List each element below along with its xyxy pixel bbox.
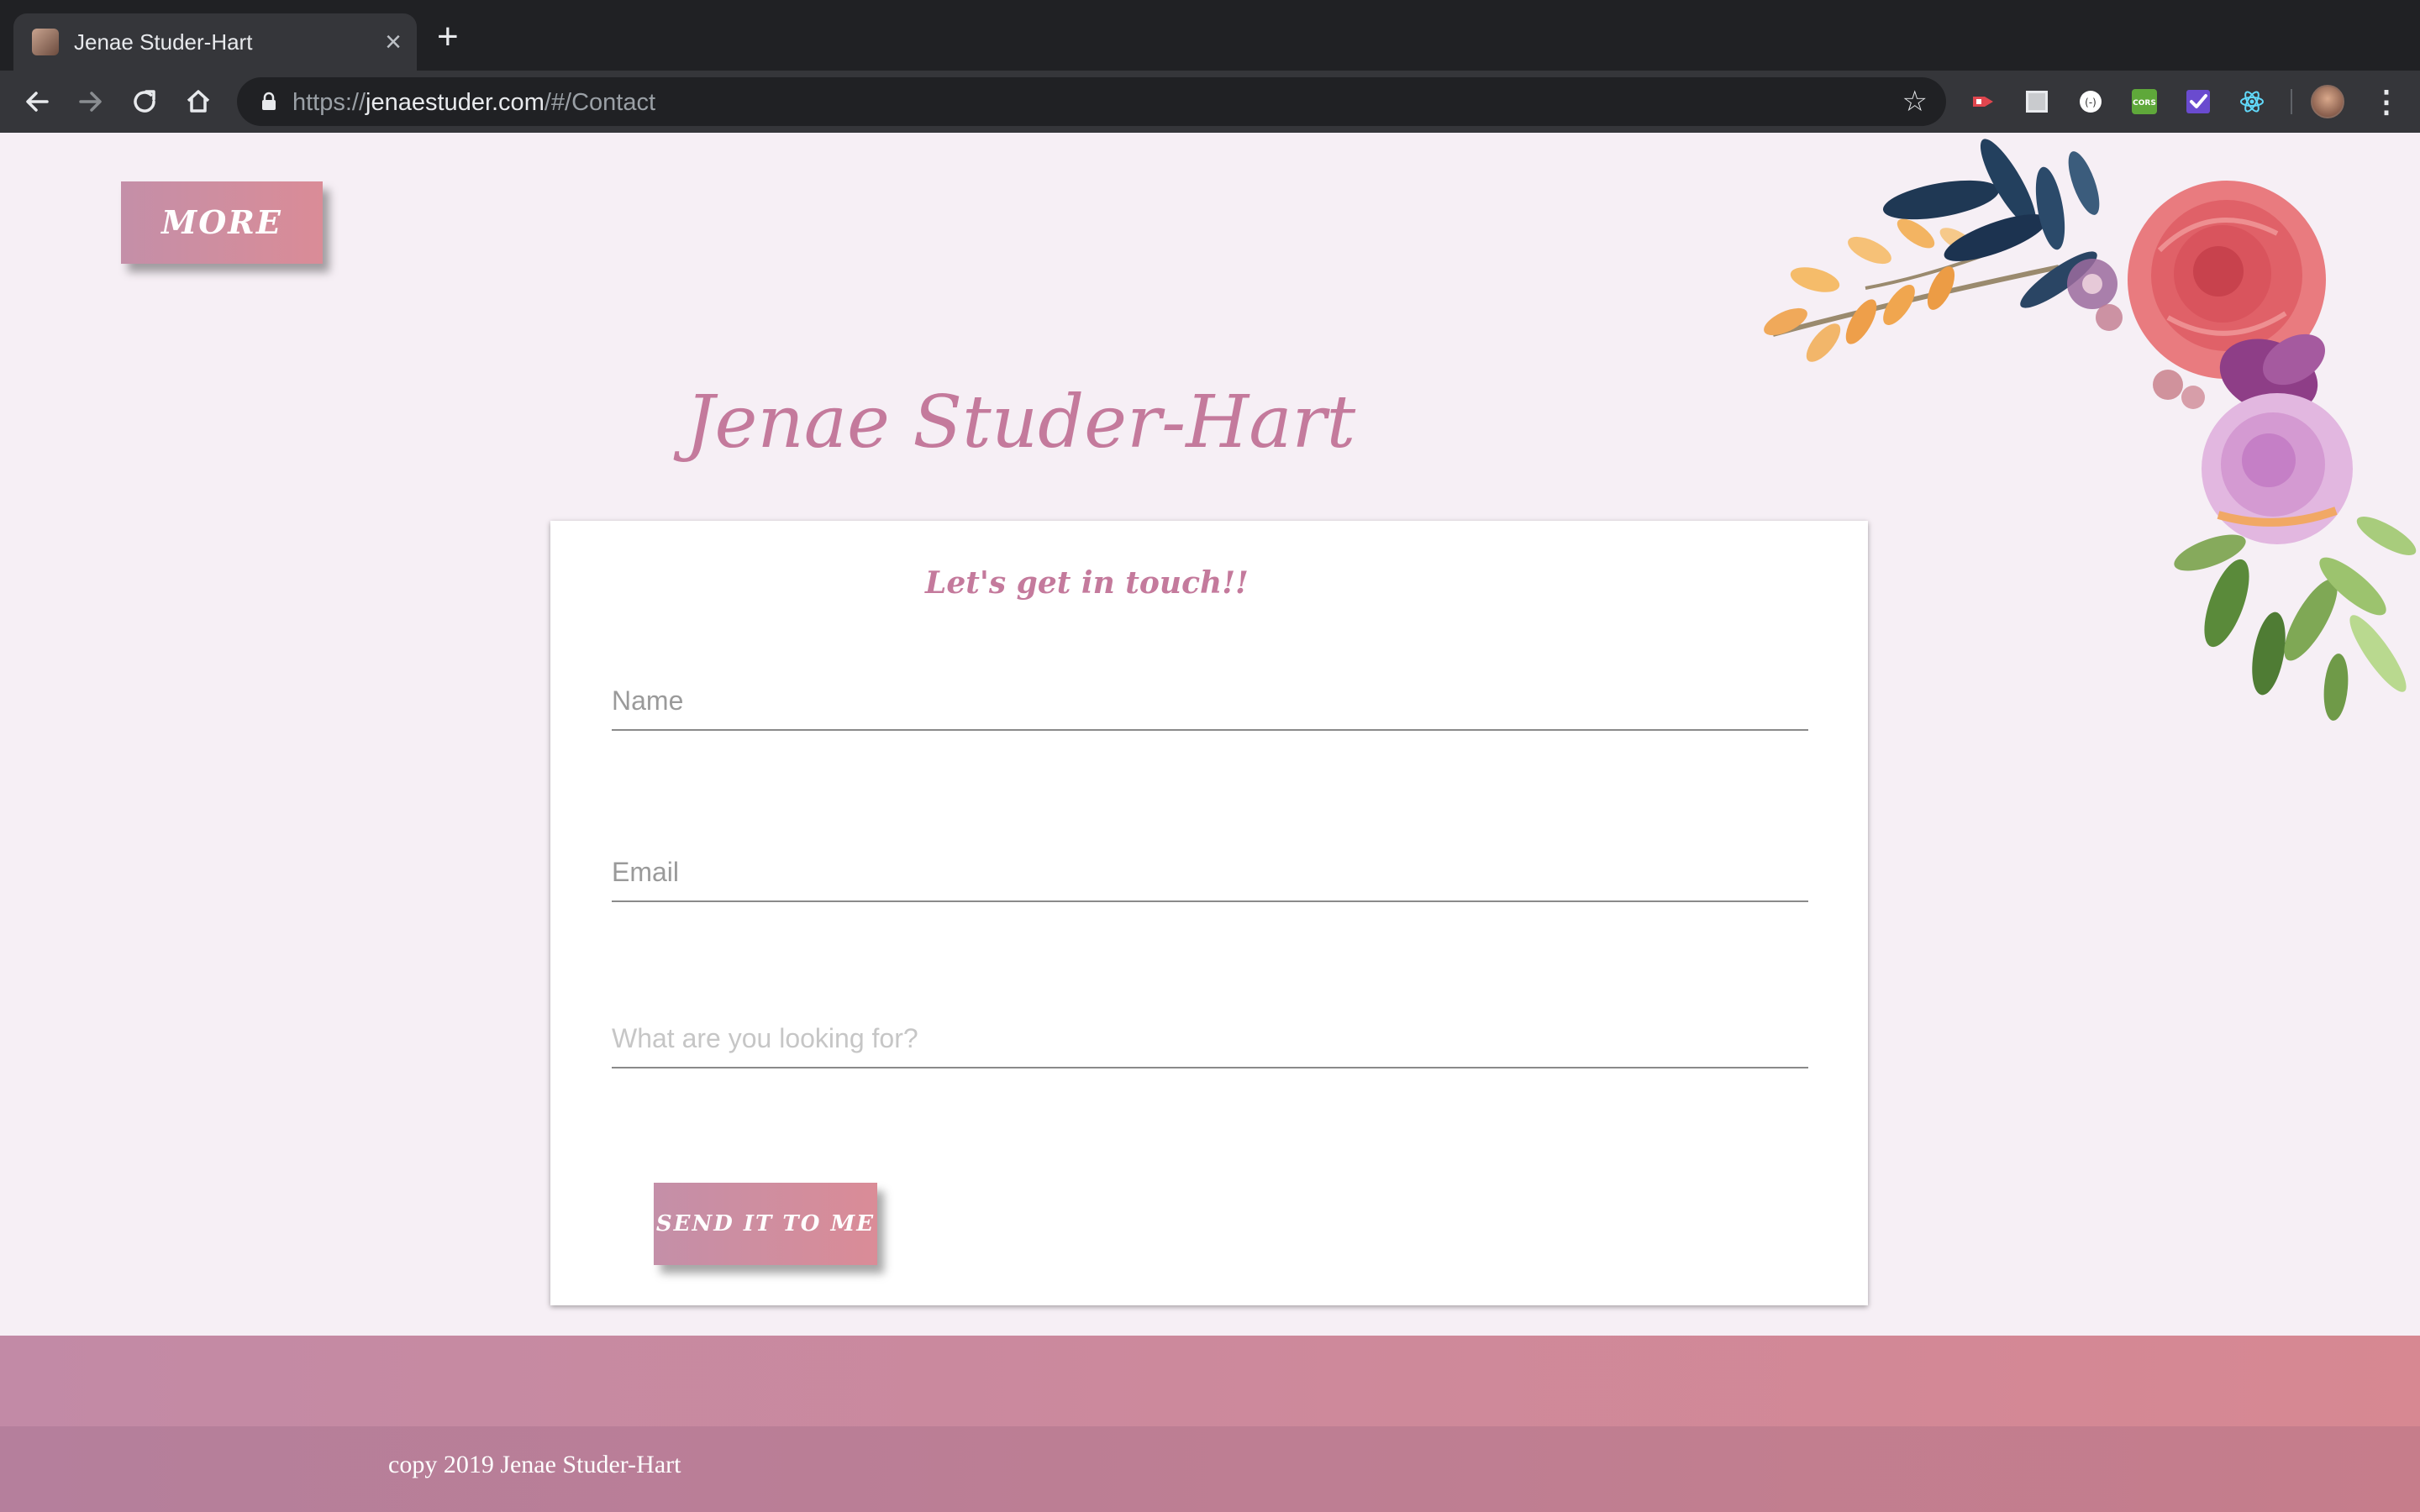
favicon-icon (32, 29, 59, 55)
back-icon[interactable] (20, 85, 54, 118)
extension-react-icon[interactable] (2238, 88, 2265, 115)
svg-text:(-): (-) (2085, 97, 2096, 108)
send-button[interactable]: SEND IT TO ME (654, 1183, 877, 1265)
name-field[interactable] (612, 672, 1808, 731)
contact-form-card: Let's get in touch!! SEND IT TO ME (550, 521, 1868, 1305)
profile-avatar[interactable] (2311, 85, 2344, 118)
home-icon[interactable] (182, 85, 215, 118)
browser-tab[interactable]: Jenae Studer-Hart × (13, 13, 417, 71)
more-button[interactable]: MORE (121, 181, 323, 264)
page-content: MORE Jenae Studer-Hart Let's get in touc… (0, 133, 2420, 1512)
tab-title: Jenae Studer-Hart (74, 29, 253, 55)
email-field[interactable] (612, 843, 1808, 902)
url-text[interactable]: https://jenaestuder.com/#/Contact (292, 88, 655, 117)
lock-icon (262, 92, 276, 110)
close-tab-icon[interactable]: × (385, 25, 402, 59)
extension-cors-icon[interactable]: CORS (2131, 88, 2158, 115)
svg-text:CORS: CORS (2133, 99, 2156, 108)
bookmark-star-icon[interactable]: ☆ (1902, 86, 1928, 118)
page-title: Jenae Studer-Hart (686, 381, 1356, 465)
address-bar[interactable]: https://jenaestuder.com/#/Contact ☆ (237, 77, 1946, 126)
kebab-menu-icon[interactable]: ⋮ (2371, 85, 2402, 118)
extension-white-square-icon[interactable] (2023, 88, 2050, 115)
new-tab-icon[interactable]: + (437, 18, 459, 55)
footer-bar (0, 1426, 2420, 1512)
footer: copy 2019 Jenae Studer-Hart (0, 1336, 2420, 1512)
forward-icon[interactable] (74, 85, 108, 118)
extension-red-arrow-icon[interactable] (1970, 88, 1996, 115)
contact-heading: Let's get in touch!! (925, 565, 1249, 601)
browser-toolbar: https://jenaestuder.com/#/Contact ☆ (-) … (0, 71, 2420, 133)
toolbar-divider (2291, 89, 2292, 114)
message-field[interactable] (612, 1010, 1808, 1068)
extension-circle-icon[interactable]: (-) (2077, 88, 2104, 115)
reload-icon[interactable] (128, 85, 161, 118)
browser-tab-bar: Jenae Studer-Hart × + (0, 0, 2420, 71)
footer-copyright: copy 2019 Jenae Studer-Hart (388, 1451, 681, 1478)
extension-purple-check-icon[interactable] (2185, 88, 2212, 115)
